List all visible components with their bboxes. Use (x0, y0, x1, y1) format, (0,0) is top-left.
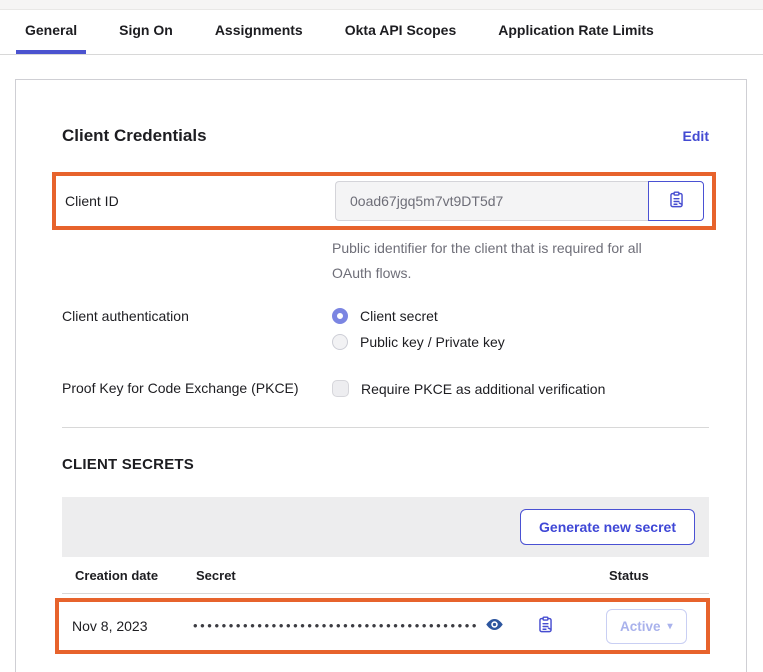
radio-client-secret-label: Client secret (360, 308, 438, 324)
clipboard-copy-icon (667, 190, 686, 212)
header-status: Status (609, 568, 709, 583)
app-tab-bar: General Sign On Assignments Okta API Sco… (0, 10, 763, 55)
reveal-secret-button[interactable] (485, 615, 504, 637)
pkce-checkbox-label: Require PKCE as additional verification (361, 381, 605, 397)
clipboard-copy-icon (536, 615, 555, 637)
pkce-checkbox[interactable] (332, 380, 349, 397)
table-row: Nov 8, 2023 ••••••••••••••••••••••••••••… (59, 604, 706, 648)
pkce-label: Proof Key for Code Exchange (PKCE) (62, 380, 332, 396)
tab-application-rate-limits[interactable]: Application Rate Limits (489, 10, 663, 54)
secret-row-highlight-box: Nov 8, 2023 ••••••••••••••••••••••••••••… (55, 598, 710, 654)
header-creation-date: Creation date (62, 568, 196, 583)
masked-secret-value: •••••••••••••••••••••••••••••••••••••••• (193, 619, 479, 632)
status-label: Active (620, 619, 661, 634)
tab-okta-api-scopes[interactable]: Okta API Scopes (336, 10, 466, 54)
client-authentication-label: Client authentication (62, 308, 332, 324)
generate-new-secret-button[interactable]: Generate new secret (520, 509, 695, 545)
radio-public-private-key-label: Public key / Private key (360, 334, 505, 350)
header-secret: Secret (196, 568, 609, 583)
radio-public-private-key[interactable] (332, 334, 348, 350)
secrets-toolbar-panel: Generate new secret (62, 497, 709, 557)
general-settings-card: Client Credentials Edit Client ID 0oad67… (15, 79, 747, 672)
secrets-table-header: Creation date Secret Status (62, 557, 709, 594)
secret-creation-date: Nov 8, 2023 (59, 618, 193, 634)
radio-client-secret[interactable] (332, 308, 348, 324)
client-id-help-text: Public identifier for the client that is… (332, 236, 662, 286)
chevron-down-icon: ▾ (668, 621, 673, 632)
top-strip (0, 0, 763, 10)
section-divider (62, 427, 709, 428)
edit-link[interactable]: Edit (683, 128, 709, 144)
client-id-input[interactable]: 0oad67jgq5m7vt9DT5d7 (335, 181, 648, 221)
copy-client-id-button[interactable] (648, 181, 704, 221)
client-id-label: Client ID (65, 181, 335, 209)
client-credentials-title: Client Credentials (62, 126, 207, 146)
client-secrets-title: CLIENT SECRETS (62, 456, 709, 473)
tab-assignments[interactable]: Assignments (206, 10, 312, 54)
copy-secret-button[interactable] (536, 615, 555, 637)
eye-icon (485, 615, 504, 637)
tab-general[interactable]: General (16, 10, 86, 54)
secret-status-dropdown[interactable]: Active ▾ (606, 609, 687, 644)
tab-sign-on[interactable]: Sign On (110, 10, 182, 54)
client-id-highlight-box: Client ID 0oad67jgq5m7vt9DT5d7 (52, 172, 716, 230)
